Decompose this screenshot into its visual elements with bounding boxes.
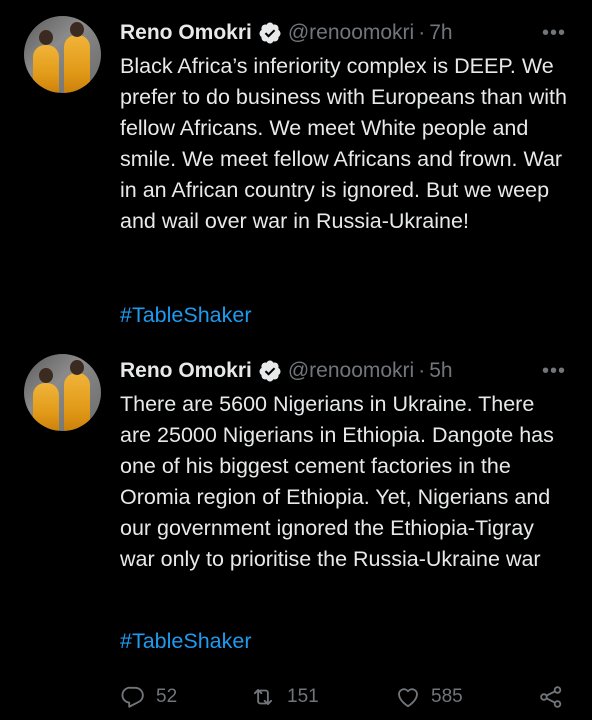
- reply-count: 52: [156, 686, 178, 707]
- author-handle[interactable]: @renoomokri: [288, 21, 414, 45]
- more-icon[interactable]: •••: [542, 22, 566, 45]
- share-button[interactable]: [538, 684, 564, 710]
- avatar-figure-head: [70, 22, 84, 37]
- avatar-figure: [33, 383, 59, 431]
- reply-icon: [120, 684, 146, 710]
- avatar-figure: [33, 45, 59, 93]
- tweet[interactable]: Reno Omokri @renoomokri · 7h ••• Black A…: [0, 0, 592, 340]
- tweet[interactable]: Reno Omokri @renoomokri · 5h ••• There a…: [0, 338, 592, 720]
- tweet-timestamp[interactable]: 5h: [429, 359, 452, 383]
- author-handle[interactable]: @renoomokri: [288, 359, 414, 383]
- separator: ·: [418, 359, 426, 382]
- reply-button[interactable]: 52: [120, 684, 177, 710]
- hashtag-link[interactable]: #TableShaker: [120, 303, 251, 328]
- retweet-icon: [249, 684, 277, 710]
- tweet-actions: 52 151 585: [120, 682, 570, 712]
- avatar[interactable]: [24, 16, 101, 93]
- like-button[interactable]: 585: [395, 684, 463, 710]
- author-name[interactable]: Reno Omokri: [120, 21, 252, 45]
- verified-badge-icon: [258, 21, 282, 45]
- more-icon[interactable]: •••: [542, 360, 566, 383]
- avatar-figure-head: [39, 368, 53, 383]
- tweet-text: Black Africa’s inferiority complex is DE…: [120, 54, 567, 233]
- heart-icon: [395, 684, 421, 710]
- like-count: 585: [431, 686, 463, 707]
- hashtag-link[interactable]: #TableShaker: [120, 629, 251, 654]
- verified-badge-icon: [258, 359, 282, 383]
- retweet-button[interactable]: 151: [249, 684, 319, 710]
- share-icon: [538, 684, 564, 710]
- separator: ·: [418, 21, 426, 44]
- avatar[interactable]: [24, 354, 101, 431]
- tweet-text: There are 5600 Nigerians in Ukraine. The…: [120, 392, 554, 571]
- avatar-figure: [64, 35, 90, 93]
- tweet-header: Reno Omokri @renoomokri · 5h: [120, 356, 453, 386]
- avatar-figure: [64, 373, 90, 431]
- avatar-figure-head: [39, 30, 53, 45]
- tweet-header: Reno Omokri @renoomokri · 7h: [120, 18, 453, 48]
- avatar-figure-head: [70, 360, 84, 375]
- tweet-timestamp[interactable]: 7h: [429, 21, 452, 45]
- retweet-count: 151: [287, 686, 319, 707]
- author-name[interactable]: Reno Omokri: [120, 359, 252, 383]
